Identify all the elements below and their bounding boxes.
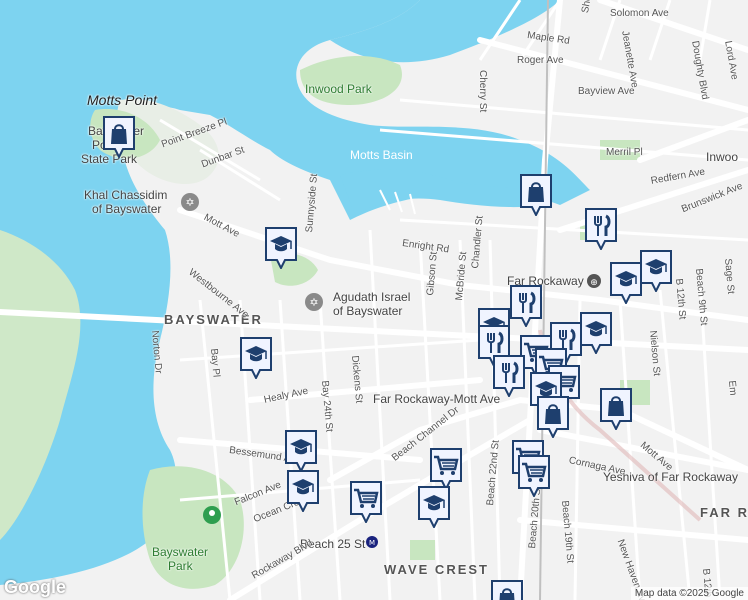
map-marker[interactable] xyxy=(287,470,319,512)
place-label: Khal Chassidim xyxy=(84,188,168,202)
place-label: Inwoo xyxy=(706,150,739,164)
street-label: Solomon Ave xyxy=(610,8,669,19)
place-label: FAR ROC xyxy=(700,505,748,520)
place-label: Park xyxy=(168,559,193,573)
street-label: Em xyxy=(726,380,739,396)
map-marker[interactable] xyxy=(510,285,542,327)
map-marker[interactable] xyxy=(585,208,617,250)
map-canvas[interactable]: ✡ ✡ ⊕ M Motts PointBayswaterPointState P… xyxy=(0,0,748,600)
map-marker[interactable] xyxy=(491,580,523,600)
graduation-cap-icon xyxy=(580,312,612,354)
place-label: Inwood Park xyxy=(305,82,372,96)
shopping-bag-icon xyxy=(491,580,523,600)
shopping-cart-icon xyxy=(430,448,462,490)
graduation-cap-icon xyxy=(285,430,317,472)
street-label: Roger Ave xyxy=(517,55,564,66)
map-marker[interactable] xyxy=(600,388,632,430)
svg-text:⊕: ⊕ xyxy=(590,278,598,288)
shopping-bag-icon xyxy=(537,396,569,438)
place-label: Motts Point xyxy=(87,92,158,108)
google-logo: Google xyxy=(4,577,66,597)
street-label: Cherry St xyxy=(477,70,488,113)
graduation-cap-icon xyxy=(240,337,272,379)
place-label: Bayswater xyxy=(152,545,209,559)
map-marker[interactable] xyxy=(493,355,525,397)
graduation-cap-icon xyxy=(265,227,297,269)
map-marker[interactable] xyxy=(610,262,642,304)
map-marker[interactable] xyxy=(240,337,272,379)
place-label: WAVE CREST xyxy=(384,562,489,577)
map-marker[interactable] xyxy=(418,486,450,528)
shopping-bag-icon xyxy=(520,174,552,216)
street-label: Bayview Ave xyxy=(578,86,635,97)
place-label: Far Rockaway-Mott Ave xyxy=(373,392,501,406)
place-label: Motts Basin xyxy=(350,148,413,162)
graduation-cap-icon xyxy=(640,250,672,292)
graduation-cap-icon xyxy=(610,262,642,304)
map-marker[interactable] xyxy=(430,448,462,490)
place-label: of Bayswater xyxy=(333,304,403,318)
map-marker[interactable] xyxy=(580,312,612,354)
fork-knife-icon xyxy=(510,285,542,327)
shopping-bag-icon xyxy=(600,388,632,430)
graduation-cap-icon xyxy=(418,486,450,528)
shopping-bag-icon xyxy=(103,116,135,158)
map-marker[interactable] xyxy=(350,481,382,523)
fork-knife-icon xyxy=(493,355,525,397)
map-marker[interactable] xyxy=(518,455,550,497)
map-marker[interactable] xyxy=(537,396,569,438)
svg-text:✡: ✡ xyxy=(185,196,194,209)
fork-knife-icon xyxy=(585,208,617,250)
svg-text:✡: ✡ xyxy=(309,296,318,309)
map-marker[interactable] xyxy=(640,250,672,292)
map-marker[interactable] xyxy=(285,430,317,472)
shopping-cart-icon xyxy=(518,455,550,497)
street-label: Merril Pl xyxy=(606,147,643,158)
map-marker[interactable] xyxy=(103,116,135,158)
map-marker[interactable] xyxy=(265,227,297,269)
map-attribution[interactable]: Map data ©2025 Google xyxy=(630,587,748,600)
shopping-cart-icon xyxy=(350,481,382,523)
svg-text:M: M xyxy=(369,539,375,547)
place-label: of Bayswater xyxy=(92,202,162,216)
graduation-cap-icon xyxy=(287,470,319,512)
place-label: Agudath Israel xyxy=(333,290,411,304)
map-marker[interactable] xyxy=(520,174,552,216)
